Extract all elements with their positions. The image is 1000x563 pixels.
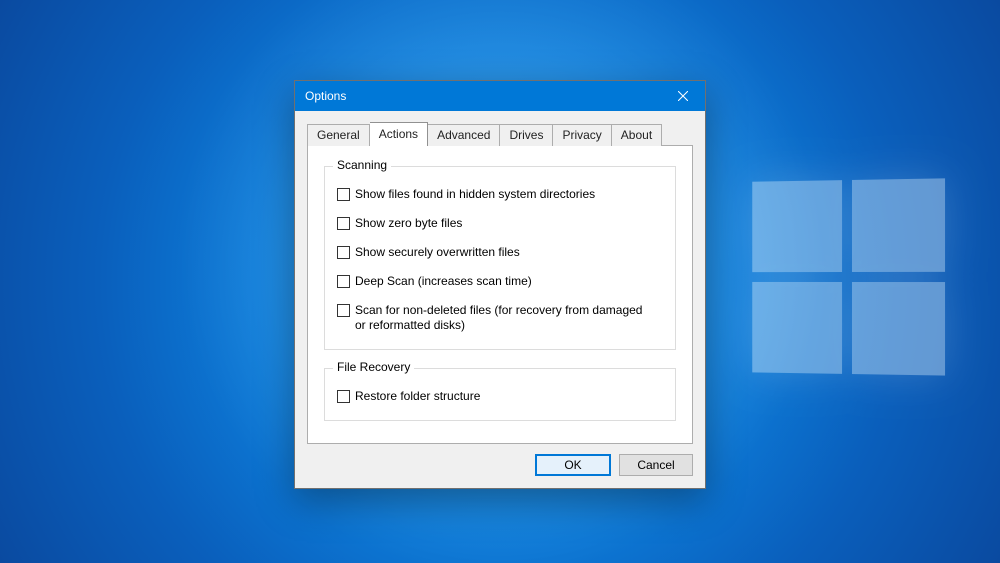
group-title-file-recovery: File Recovery — [333, 360, 414, 374]
tab-actions[interactable]: Actions — [370, 122, 428, 146]
checkbox-label: Show zero byte files — [355, 216, 462, 231]
checkbox-label: Deep Scan (increases scan time) — [355, 274, 532, 289]
options-dialog: Options General Actions Advanced Drives … — [294, 80, 706, 489]
checkbox-icon — [337, 390, 350, 403]
close-icon — [678, 91, 688, 101]
cancel-button[interactable]: Cancel — [619, 454, 693, 476]
group-title-scanning: Scanning — [333, 158, 391, 172]
checkbox-label: Show files found in hidden system direct… — [355, 187, 595, 202]
close-button[interactable] — [660, 81, 705, 111]
checkbox-show-hidden[interactable]: Show files found in hidden system direct… — [337, 187, 663, 202]
group-file-recovery: File Recovery Restore folder structure — [324, 368, 676, 421]
checkbox-show-zero-byte[interactable]: Show zero byte files — [337, 216, 663, 231]
dialog-button-row: OK Cancel — [307, 454, 693, 476]
window-title: Options — [305, 81, 346, 111]
tab-about[interactable]: About — [612, 124, 662, 146]
checkbox-icon — [337, 246, 350, 259]
titlebar[interactable]: Options — [295, 81, 705, 111]
ok-button[interactable]: OK — [535, 454, 611, 476]
checkbox-deep-scan[interactable]: Deep Scan (increases scan time) — [337, 274, 663, 289]
tab-panel-actions: Scanning Show files found in hidden syst… — [307, 145, 693, 444]
checkbox-show-overwritten[interactable]: Show securely overwritten files — [337, 245, 663, 260]
checkbox-label: Restore folder structure — [355, 389, 480, 404]
tab-privacy[interactable]: Privacy — [553, 124, 611, 146]
tab-general[interactable]: General — [307, 124, 370, 146]
checkbox-icon — [337, 304, 350, 317]
checkbox-restore-folder-structure[interactable]: Restore folder structure — [337, 389, 663, 404]
checkbox-icon — [337, 217, 350, 230]
checkbox-icon — [337, 275, 350, 288]
tab-drives[interactable]: Drives — [500, 124, 553, 146]
desktop-background: Options General Actions Advanced Drives … — [0, 0, 1000, 563]
checkbox-icon — [337, 188, 350, 201]
group-scanning: Scanning Show files found in hidden syst… — [324, 166, 676, 350]
checkbox-label: Scan for non-deleted files (for recovery… — [355, 303, 645, 333]
checkbox-label: Show securely overwritten files — [355, 245, 520, 260]
dialog-client-area: General Actions Advanced Drives Privacy … — [295, 111, 705, 488]
tab-strip: General Actions Advanced Drives Privacy … — [307, 121, 693, 145]
checkbox-non-deleted[interactable]: Scan for non-deleted files (for recovery… — [337, 303, 663, 333]
windows-logo-icon — [752, 178, 951, 382]
tab-advanced[interactable]: Advanced — [428, 124, 500, 146]
